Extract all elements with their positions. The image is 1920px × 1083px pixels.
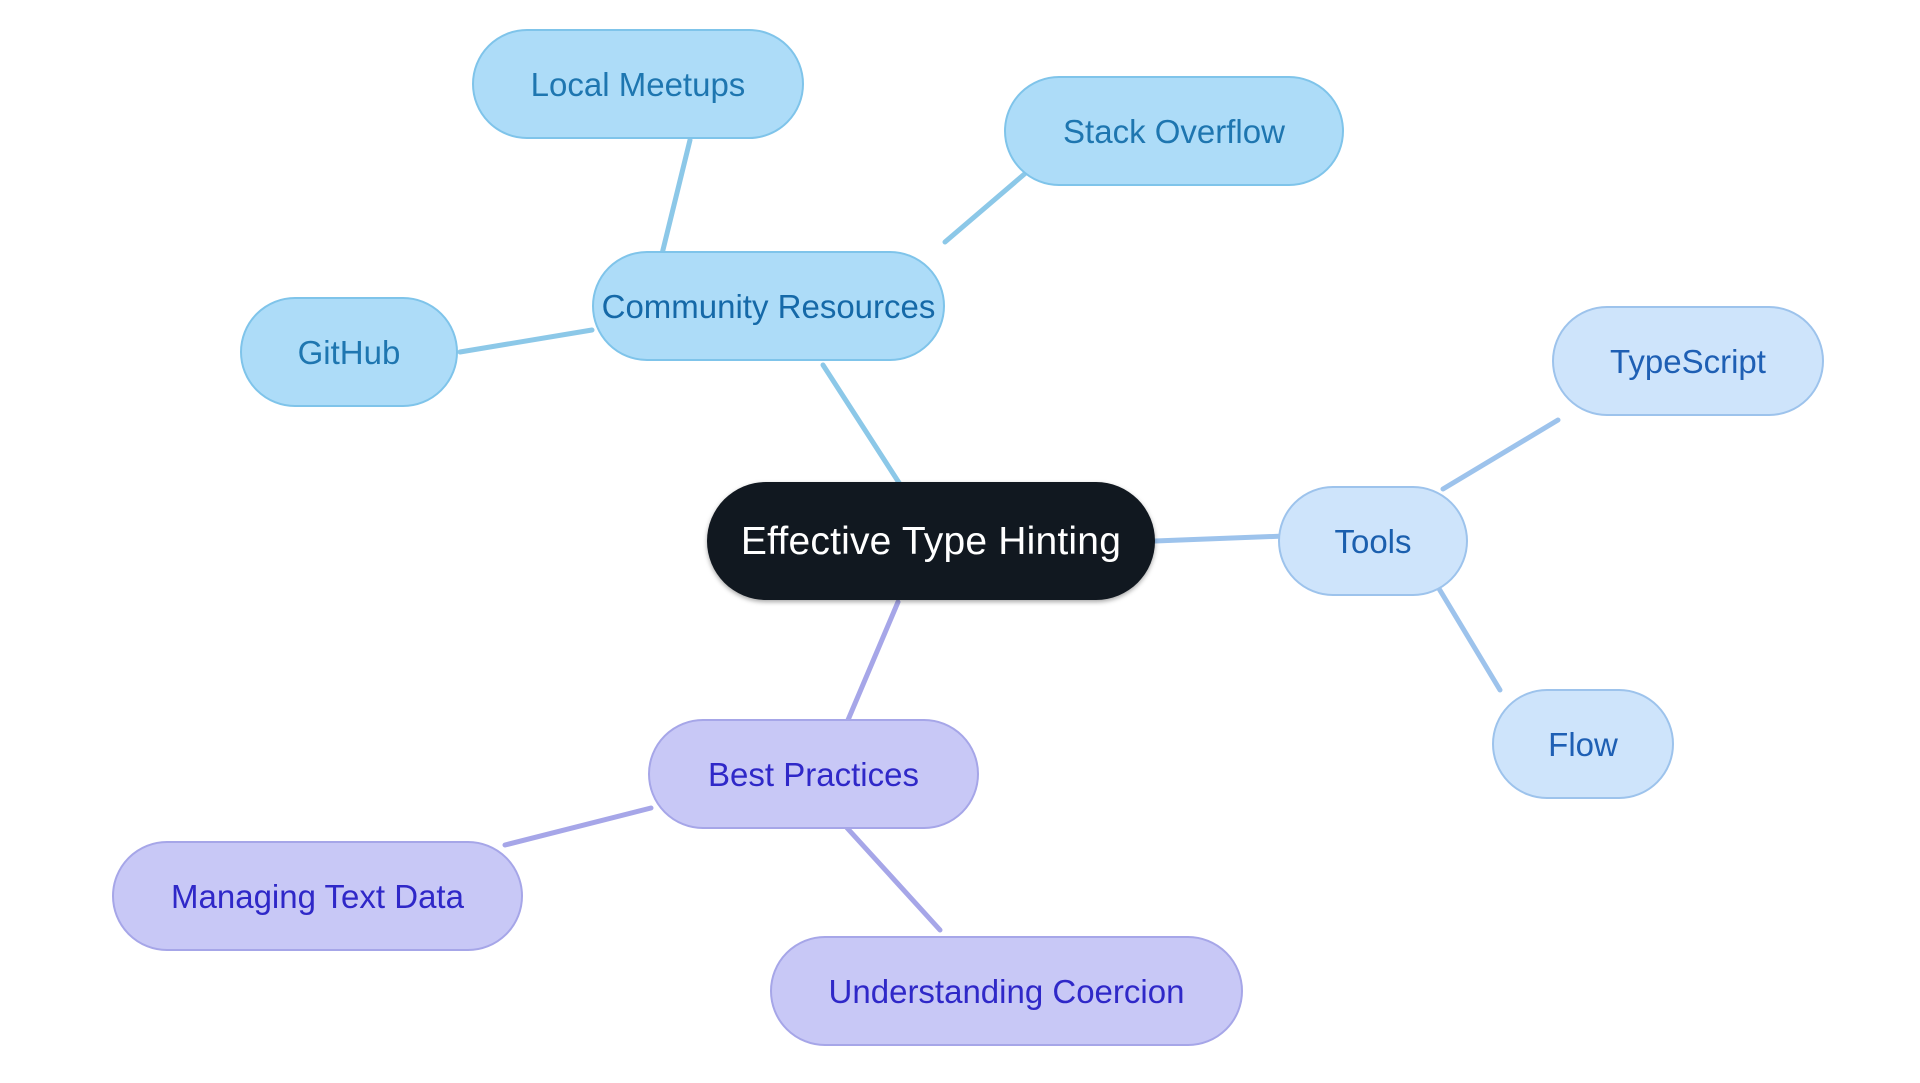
edge-community-to-github bbox=[457, 327, 595, 355]
edge-root-to-community bbox=[820, 362, 908, 495]
node-understanding-coercion[interactable]: Understanding Coercion bbox=[770, 936, 1243, 1046]
node-github-label: GitHub bbox=[297, 333, 401, 371]
edge-root-to-tools bbox=[1152, 533, 1288, 544]
node-tools[interactable]: Tools bbox=[1278, 486, 1468, 596]
node-tools-label: Tools bbox=[1334, 522, 1412, 560]
node-flow-label: Flow bbox=[1548, 725, 1618, 763]
node-managing-text-data-label: Managing Text Data bbox=[171, 877, 464, 915]
edge-tools-to-typescript bbox=[1440, 417, 1561, 492]
node-typescript[interactable]: TypeScript bbox=[1552, 306, 1824, 416]
node-root-label: Effective Type Hinting bbox=[740, 519, 1122, 563]
node-community-resources[interactable]: Community Resources bbox=[592, 251, 945, 361]
node-stack-overflow[interactable]: Stack Overflow bbox=[1004, 76, 1344, 186]
edge-best-practices-to-managing-text-data bbox=[502, 805, 654, 848]
node-local-meetups-label: Local Meetups bbox=[530, 65, 746, 103]
mindmap-canvas: Effective Type Hinting Community Resourc… bbox=[0, 0, 1920, 1083]
node-typescript-label: TypeScript bbox=[1610, 342, 1766, 380]
edge-best-practices-to-understanding-coercion bbox=[835, 815, 943, 933]
node-community-resources-label: Community Resources bbox=[601, 287, 936, 325]
edge-root-to-best-practices bbox=[845, 599, 901, 723]
node-managing-text-data[interactable]: Managing Text Data bbox=[112, 841, 523, 951]
node-local-meetups[interactable]: Local Meetups bbox=[472, 29, 804, 139]
node-root[interactable]: Effective Type Hinting bbox=[707, 482, 1155, 600]
node-stack-overflow-label: Stack Overflow bbox=[1063, 112, 1285, 150]
edge-tools-to-flow bbox=[1435, 584, 1503, 693]
node-best-practices[interactable]: Best Practices bbox=[648, 719, 979, 829]
node-understanding-coercion-label: Understanding Coercion bbox=[828, 972, 1185, 1010]
edge-community-to-local-meetups bbox=[657, 137, 693, 265]
node-best-practices-label: Best Practices bbox=[708, 755, 919, 793]
edge-community-to-stack-overflow bbox=[942, 162, 1038, 245]
node-github[interactable]: GitHub bbox=[240, 297, 458, 407]
node-flow[interactable]: Flow bbox=[1492, 689, 1674, 799]
